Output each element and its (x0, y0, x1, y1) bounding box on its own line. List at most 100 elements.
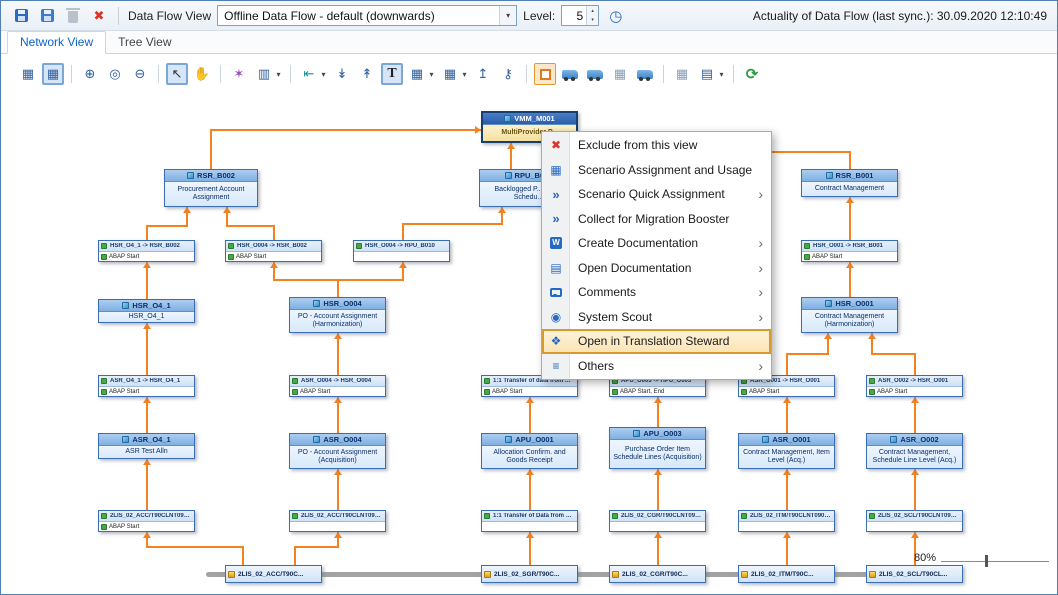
node-transform-2lis-itm[interactable]: 2LIS_02_ITM/T90CLNT090 ->... (738, 510, 835, 532)
zoom-out-button[interactable]: ⊖ (129, 63, 151, 85)
chevron-down-icon[interactable]: ▾ (717, 70, 726, 79)
others-list-icon: ≡ (549, 360, 563, 372)
menu-item-system-scout[interactable]: ◉ System Scout › (542, 305, 771, 330)
zoom-slider-handle[interactable] (985, 555, 988, 567)
node-asr-o4-1[interactable]: ASR_O4_1 ASR Test Alln (98, 433, 195, 459)
data-flow-dropdown[interactable]: Offline Data Flow - default (downwards) … (217, 5, 517, 26)
pointer-tool-button[interactable]: ↖ (166, 63, 188, 85)
node-transform-2lis-scl[interactable]: 2LIS_02_SCL/T90CLNT090 ->... (866, 510, 963, 532)
column-layout-button[interactable]: ▥ (253, 63, 275, 85)
menu-item-scenario-assignment[interactable]: ▦ Scenario Assignment and Usage › (542, 158, 771, 183)
transformation-icon (101, 378, 107, 384)
node-asr-o001[interactable]: ASR_O001 Contract Management, Item Level… (738, 433, 835, 469)
table-design-button[interactable]: ▦ (439, 63, 461, 85)
node-apu-o003[interactable]: APU_O003 Purchase Order Item Schedule Li… (609, 427, 706, 469)
mini-grid-button[interactable]: ▦ (671, 63, 693, 85)
node-header: 2LIS_02_SCL/T90CLNT090 ->... (867, 511, 962, 522)
node-transform-asr-o4-1[interactable]: ASR_O4_1 -> HSR_O4_1 ABAP Start (98, 375, 195, 397)
node-body: Procurement Account Assignment (165, 182, 257, 206)
delete-button[interactable] (63, 6, 83, 26)
expand-all-button[interactable]: ↟ (356, 63, 378, 85)
spin-down-icon[interactable]: ▾ (587, 16, 598, 26)
node-hsr-o001[interactable]: HSR_O001 Contract Management (Harmonizat… (801, 297, 898, 333)
save-all-button[interactable] (37, 6, 57, 26)
node-datasource-scl[interactable]: 2LIS_02_SCL/T90CL... (866, 565, 963, 583)
chevron-down-icon[interactable]: ▾ (274, 70, 283, 79)
dropdown-arrow-icon[interactable]: ▾ (499, 6, 516, 25)
chevron-down-icon[interactable]: ▾ (427, 70, 436, 79)
key-button[interactable]: ⚷ (497, 63, 519, 85)
remove-button[interactable]: ✖ (89, 6, 109, 26)
menu-item-label: Scenario Assignment and Usage (578, 163, 752, 177)
chevron-down-icon[interactable]: ▾ (319, 70, 328, 79)
node-hsr-o004[interactable]: HSR_O004 PO - Account Assignment (Harmon… (289, 297, 386, 333)
chevron-down-icon[interactable]: ▾ (460, 70, 469, 79)
node-body: Contract Management, Schedule Line Level… (867, 446, 962, 468)
node-apu-o001[interactable]: APU_O001 Allocation Confirm. and Goods R… (481, 433, 578, 469)
node-title: 2LIS_02_SCL/T90CL... (879, 571, 947, 578)
menu-item-create-documentation[interactable]: W Create Documentation › (542, 231, 771, 256)
menu-item-comments[interactable]: Comments › (542, 280, 771, 305)
menu-item-open-in-translation-steward[interactable]: ❖ Open in Translation Steward › (542, 329, 771, 354)
zoom-slider-track[interactable] (941, 561, 1049, 562)
node-transform-hsr-o001[interactable]: HSR_O001 -> RSR_B001 ABAP Start (801, 240, 898, 262)
pattern-button[interactable]: ▦ (609, 63, 631, 85)
tab-network-view[interactable]: Network View (7, 31, 106, 54)
monitor-group: ▤ ▾ (696, 63, 726, 85)
node-title: HSR_O004 -> RPU_B010 (365, 243, 435, 249)
node-transform-hsr-o4-1[interactable]: HSR_O4_1 -> RSR_B002 ABAP Start (98, 240, 195, 262)
save-button[interactable] (11, 6, 31, 26)
node-transform-2lis-cgr[interactable]: 2LIS_02_CGR/T90CLNT090 ->... (609, 510, 706, 532)
node-body: Contract Management (Harmonization) (802, 310, 897, 332)
node-header: ASR_O004 (290, 434, 385, 446)
node-datasource-cgr[interactable]: 2LIS_02_CGR/T90C... (609, 565, 706, 583)
node-datasource-sgr[interactable]: 2LIS_02_SGR/T90C... (481, 565, 578, 583)
menu-item-collect-migration-booster[interactable]: » Collect for Migration Booster › (542, 207, 771, 232)
truck-icon (637, 70, 653, 79)
table-view-button[interactable]: ▦ (406, 63, 428, 85)
node-datasource-acc[interactable]: 2LIS_02_ACC/T90C... (225, 565, 322, 583)
zoom-button[interactable]: ◎ (104, 63, 126, 85)
level-spinner[interactable]: 5 ▴ ▾ (561, 5, 599, 26)
zoom-in-button[interactable]: ⊕ (79, 63, 101, 85)
context-menu: ✖ Exclude from this view › ▦ Scenario As… (541, 131, 772, 380)
node-transform-hsr-o004-b002[interactable]: HSR_O004 -> RSR_B002 ABAP Start (225, 240, 322, 262)
node-transform-asr-o002[interactable]: ASR_O002 -> HSR_O001 ABAP Start (866, 375, 963, 397)
tab-tree-view[interactable]: Tree View (106, 32, 183, 53)
node-asr-o002[interactable]: ASR_O002 Contract Management, Schedule L… (866, 433, 963, 469)
node-transform-hsr-o004-rpu[interactable]: HSR_O004 -> RPU_B010 (353, 240, 450, 262)
transformation-icon (484, 378, 490, 384)
node-transform-2lis-sgr[interactable]: 1:1 Transfer of Data from 2LIS... (481, 510, 578, 532)
menu-item-open-documentation[interactable]: ▤ Open Documentation › (542, 256, 771, 281)
spin-up-icon[interactable]: ▴ (587, 6, 598, 16)
menu-item-scenario-quick-assignment[interactable]: » Scenario Quick Assignment › (542, 182, 771, 207)
go-to-start-button[interactable]: ⇤ (298, 63, 320, 85)
pan-tool-button[interactable]: ✋ (191, 63, 213, 85)
refresh-button[interactable]: ⟳ (741, 63, 763, 85)
monitor-button[interactable]: ▤ (696, 63, 718, 85)
node-rsr-b002[interactable]: RSR_B002 Procurement Account Assignment (164, 169, 258, 207)
node-transform-2lis-acc-1[interactable]: 2LIS_02_ACC/T90CLNT090 ->... ABAP Start (98, 510, 195, 532)
transport-tertiary-button[interactable] (634, 63, 656, 85)
node-transform-asr-o004[interactable]: ASR_O004 -> HSR_O004 ABAP Start (289, 375, 386, 397)
node-hsr-o4-1[interactable]: HSR_O4_1 HSR_O4_1 (98, 299, 195, 323)
menu-item-exclude-from-view[interactable]: ✖ Exclude from this view › (542, 133, 771, 158)
node-title: 2LIS_02_CGR/T90C... (622, 571, 688, 578)
filter-up-button[interactable]: ↥ (472, 63, 494, 85)
node-rsr-b001[interactable]: RSR_B001 Contract Management (801, 169, 898, 197)
node-asr-o004[interactable]: ASR_O004 PO - Account Assignment (Acquis… (289, 433, 386, 469)
transport-secondary-button[interactable] (584, 63, 606, 85)
highlight-frame-button[interactable] (534, 63, 556, 85)
node-datasource-itm[interactable]: 2LIS_02_ITM/T90C... (738, 565, 835, 583)
node-transform-2lis-acc-2[interactable]: 2LIS_02_ACC/T90CLNT090 ->... (289, 510, 386, 532)
menu-item-others[interactable]: ≡ Others › (542, 354, 771, 379)
node-body: ABAP Start (99, 522, 194, 531)
collapse-all-button[interactable]: ↡ (331, 63, 353, 85)
magic-wand-button[interactable]: ✶ (228, 63, 250, 85)
grid-highlight-button[interactable]: ▦ (42, 63, 64, 85)
diagram-toolbar: ▦ ▦ ⊕ ◎ ⊖ ↖ ✋ ✶ ▥ ▾ ⇤ ▾ ↡ ↟ T ▦ ▾ ▦ ▾ ↥ … (17, 63, 763, 85)
transport-button[interactable] (559, 63, 581, 85)
text-tool-button[interactable]: T (381, 63, 403, 85)
node-header: 2LIS_02_ACC/T90CLNT090 ->... (99, 511, 194, 522)
grid-layout-button[interactable]: ▦ (17, 63, 39, 85)
